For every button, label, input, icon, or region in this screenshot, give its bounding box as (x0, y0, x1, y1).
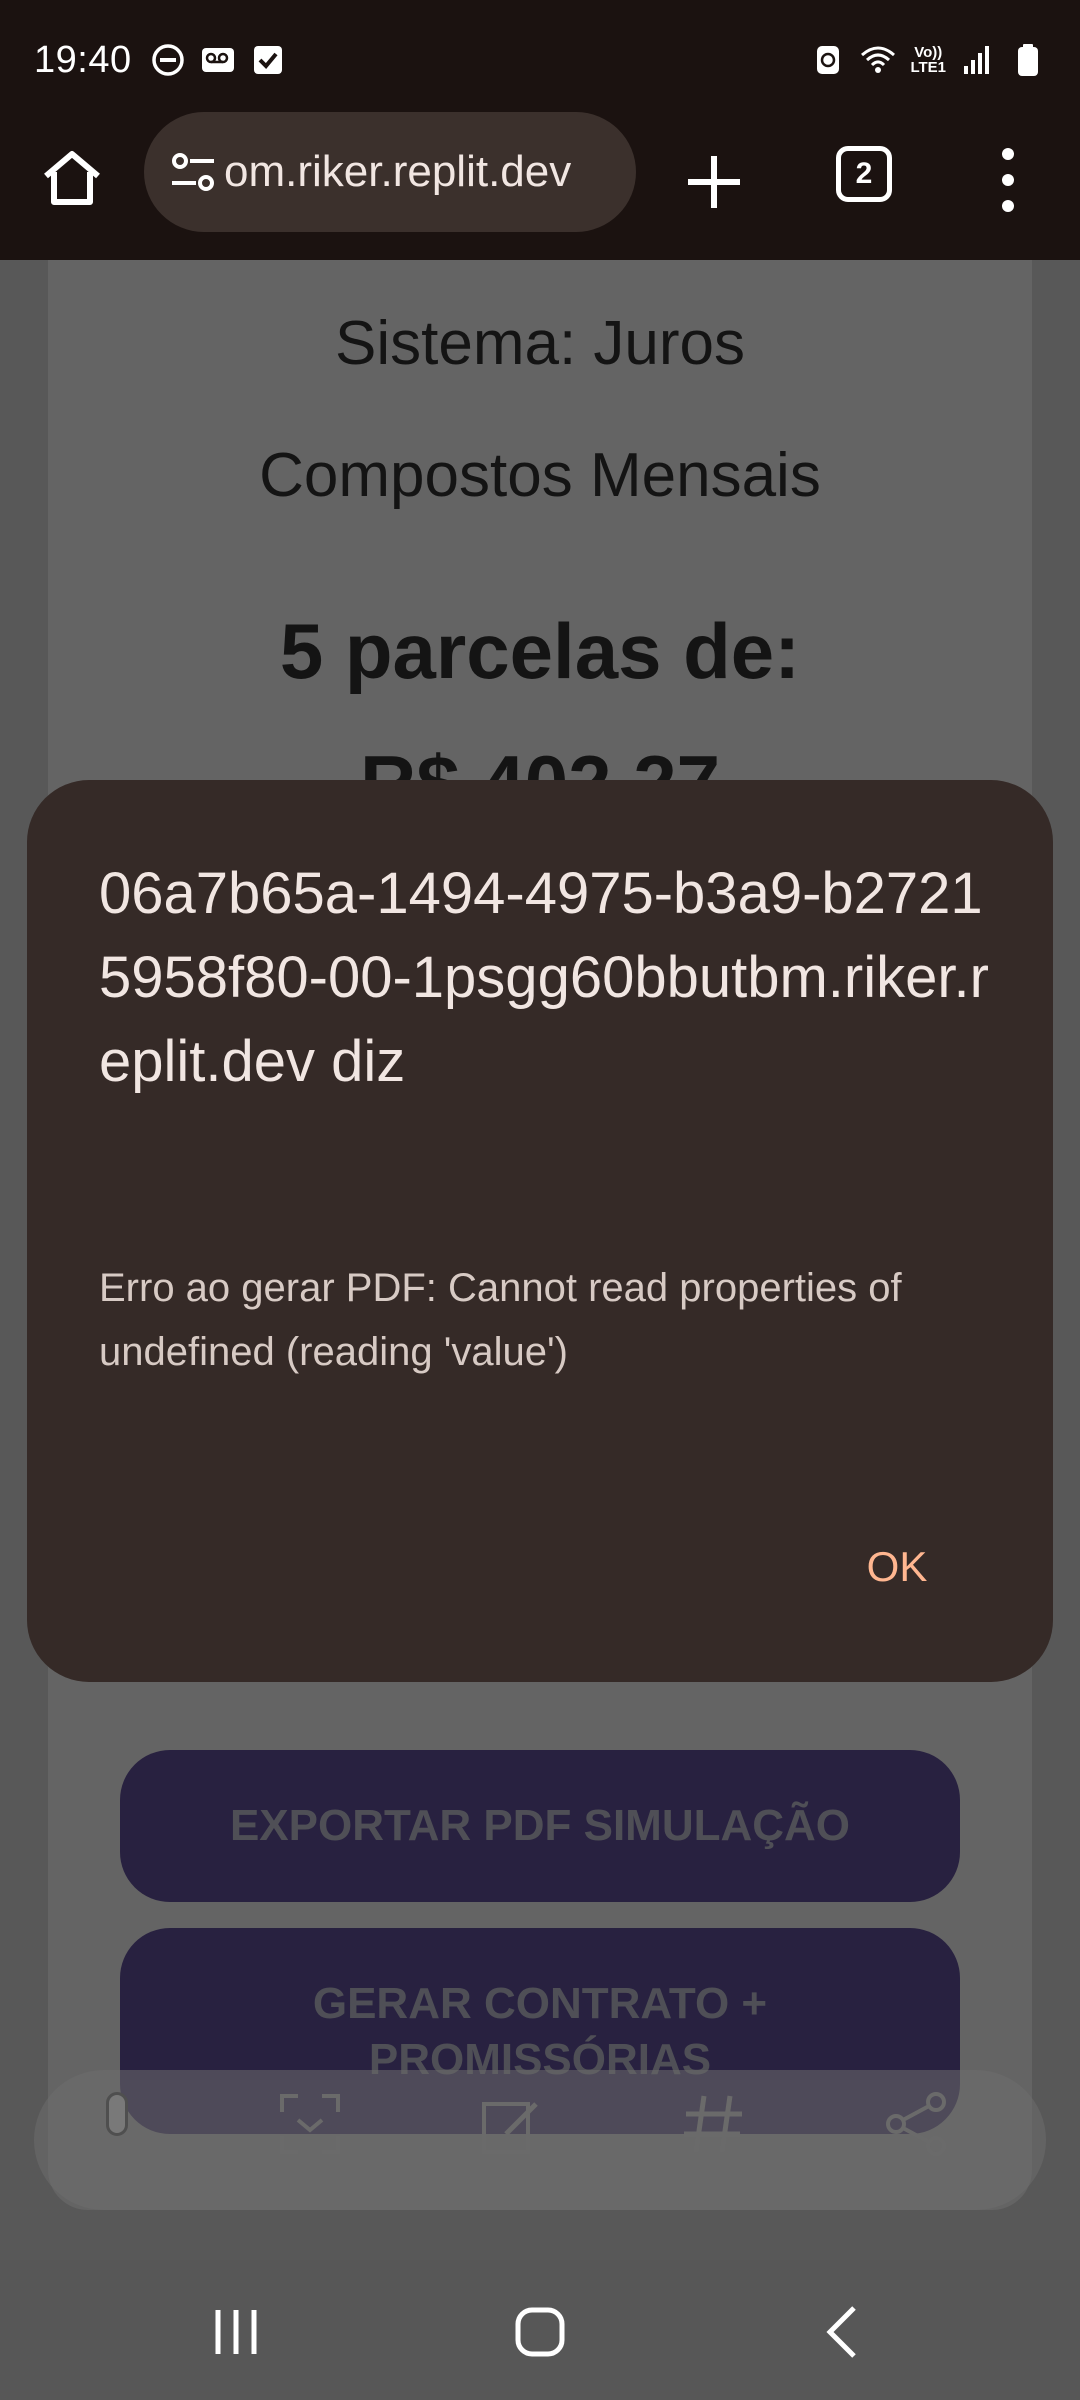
signal-icon (964, 46, 989, 74)
share-icon[interactable] (880, 2088, 952, 2160)
new-tab-icon[interactable] (680, 148, 748, 216)
recent-apps-icon[interactable] (206, 2302, 266, 2362)
hashtag-icon[interactable] (678, 2088, 750, 2160)
export-pdf-label: EXPORTAR PDF SIMULAÇÃO (229, 1801, 851, 1850)
dialog-message: Erro ao gerar PDF: Cannot read propertie… (99, 1266, 902, 1374)
scan-icon[interactable] (274, 2088, 346, 2160)
battery-icon (1018, 44, 1038, 76)
home-nav-icon[interactable] (510, 2302, 570, 2362)
status-right-icons: Vo)) LTE1 (810, 42, 1046, 78)
url-bar[interactable]: om.riker.replit.dev (144, 112, 636, 232)
alert-dialog: 06a7b65a-1494-4975-b3a9-b27215958f80-00-… (27, 780, 1053, 1682)
contract-label-line-1: GERAR CONTRATO + (312, 1979, 768, 2028)
installments-label: 5 parcelas de: (279, 607, 801, 695)
status-time: 19:40 (34, 38, 132, 81)
checkbox-notification-icon (253, 46, 282, 74)
site-settings-icon[interactable] (166, 145, 220, 199)
system-title-line-1: Sistema: Juros (334, 309, 746, 378)
status-left-icons (150, 42, 286, 78)
volte-lte-icon: Vo)) LTE1 (910, 45, 946, 75)
system-title-line-2: Compostos Mensais (259, 441, 821, 510)
system-navigation-bar (0, 2260, 1080, 2400)
voicemail-icon (201, 48, 234, 72)
url-text[interactable]: om.riker.replit.dev (224, 112, 620, 232)
edit-icon[interactable] (476, 2088, 548, 2160)
home-icon[interactable] (38, 144, 106, 212)
volte-label: Vo)) (914, 44, 943, 61)
tab-count: 2 (855, 157, 873, 190)
dialog-title: 06a7b65a-1494-4975-b3a9-b27215958f80-00-… (99, 861, 989, 1094)
more-options-icon[interactable] (988, 144, 1028, 216)
browser-toolbar: om.riker.replit.dev 2 (0, 112, 1080, 260)
do-not-disturb-icon (151, 44, 184, 76)
lte-label: LTE1 (910, 59, 946, 76)
battery-saver-icon (817, 46, 840, 74)
status-bar: 19:40 Vo)) LTE1 (0, 0, 1080, 120)
ok-button[interactable]: OK (827, 1532, 967, 1602)
wifi-icon (861, 46, 896, 73)
back-icon[interactable] (814, 2302, 874, 2362)
export-pdf-button[interactable]: EXPORTAR PDF SIMULAÇÃO (120, 1750, 960, 1902)
tab-switcher-button[interactable]: 2 (836, 146, 892, 202)
